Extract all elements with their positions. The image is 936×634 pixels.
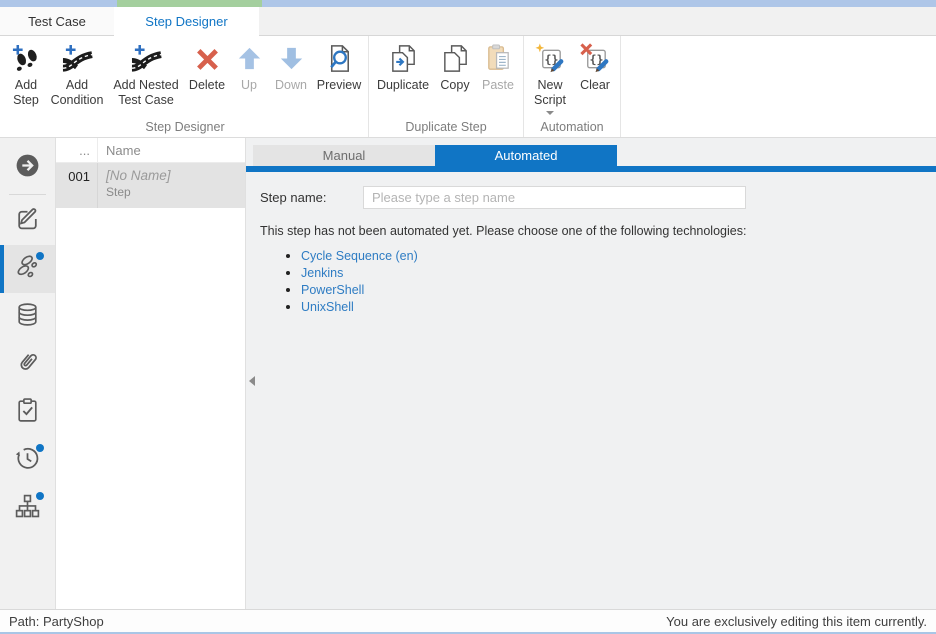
ribbon-toolbar: Add Step Add Condition	[0, 36, 936, 138]
path-label: Path: PartyShop	[9, 614, 104, 629]
main-area: ... Name 001 [No Name] Step Manual Autom…	[0, 138, 936, 609]
edit-icon	[14, 205, 41, 237]
step-list-panel: ... Name 001 [No Name] Step	[56, 138, 246, 609]
delete-icon	[192, 41, 223, 76]
ribbon-group-label: Step Designer	[2, 120, 368, 134]
step-name-label: Step name:	[260, 190, 363, 205]
database-icon	[14, 301, 41, 333]
technology-list: Cycle Sequence (en) Jenkins PowerShell U…	[286, 247, 936, 315]
step-list-name-header: Name	[98, 143, 245, 158]
add-step-icon	[11, 41, 42, 76]
technology-link-cycle-sequence[interactable]: Cycle Sequence (en)	[301, 249, 418, 263]
duplicate-icon	[388, 41, 419, 76]
new-script-dropdown-caret[interactable]	[546, 111, 554, 115]
technology-link-powershell[interactable]: PowerShell	[301, 283, 364, 297]
active-tab-accent-strip	[117, 0, 262, 7]
active-tab-underline	[246, 166, 936, 172]
ribbon-group-step-designer: Add Step Add Condition	[2, 36, 369, 137]
add-step-button[interactable]: Add Step	[5, 36, 47, 108]
new-script-button[interactable]: {} New Script	[527, 36, 573, 115]
step-name-placeholder-text: [No Name]	[106, 168, 245, 183]
step-list-header: ... Name	[56, 138, 245, 163]
preview-button[interactable]: Preview	[313, 36, 365, 93]
move-down-button[interactable]: Down	[269, 36, 313, 93]
bullet-icon	[286, 254, 290, 258]
left-icon-sidebar	[0, 138, 56, 609]
sidebar-item-navigate[interactable]	[0, 144, 55, 192]
paste-icon	[483, 41, 514, 76]
paperclip-icon	[14, 349, 41, 381]
notification-dot	[36, 252, 44, 260]
window-tab-bar: Test Case Step Designer	[0, 7, 936, 36]
add-nested-test-case-button[interactable]: Add Nested Test Case	[107, 36, 185, 108]
list-item: UnixShell	[286, 298, 936, 315]
sidebar-item-hierarchy[interactable]	[0, 485, 55, 533]
step-index: 001	[56, 163, 98, 208]
tab-step-designer[interactable]: Step Designer	[114, 7, 259, 36]
bullet-icon	[286, 305, 290, 309]
clear-script-button[interactable]: {} Clear	[573, 36, 617, 93]
clipboard-check-icon	[14, 397, 41, 429]
step-list-row[interactable]: 001 [No Name] Step	[56, 163, 245, 208]
add-condition-icon	[62, 41, 93, 76]
ribbon-group-automation: {} New Script {} Clear Auto	[524, 36, 621, 137]
technology-link-unixshell[interactable]: UnixShell	[301, 300, 354, 314]
add-condition-button[interactable]: Add Condition	[47, 36, 107, 108]
arrow-down-icon	[276, 41, 307, 76]
sidebar-item-step-designer[interactable]	[0, 245, 55, 293]
tab-test-case[interactable]: Test Case	[0, 7, 114, 35]
automation-message: This step has not been automated yet. Pl…	[260, 224, 936, 238]
bullet-icon	[286, 288, 290, 292]
step-name-form-row: Step name:	[260, 186, 936, 209]
ribbon-group-label: Automation	[524, 120, 620, 134]
step-name-cell: [No Name] Step	[98, 163, 245, 208]
sidebar-item-history[interactable]	[0, 437, 55, 485]
arrow-up-icon	[234, 41, 265, 76]
window-accent-strip	[0, 0, 936, 7]
list-item: Jenkins	[286, 264, 936, 281]
step-editor-pane: Manual Automated Step name: This step ha…	[246, 138, 936, 609]
step-type-label: Step	[106, 185, 245, 199]
duplicate-button[interactable]: Duplicate	[372, 36, 434, 93]
copy-icon	[440, 41, 471, 76]
notification-dot	[36, 492, 44, 500]
lock-status-message: You are exclusively editing this item cu…	[666, 614, 927, 629]
collapse-panel-handle[interactable]	[249, 376, 255, 386]
new-script-icon: {}	[535, 41, 566, 76]
technology-link-jenkins[interactable]: Jenkins	[301, 266, 343, 280]
step-list-index-header: ...	[56, 138, 98, 162]
add-nested-test-case-icon	[131, 41, 162, 76]
notification-dot	[36, 444, 44, 452]
ribbon-group-label: Duplicate Step	[369, 120, 523, 134]
tab-manual[interactable]: Manual	[253, 145, 435, 166]
tab-automated[interactable]: Automated	[435, 145, 617, 166]
status-bar: Path: PartyShop You are exclusively edit…	[0, 609, 936, 634]
paste-button[interactable]: Paste	[476, 36, 520, 93]
delete-button[interactable]: Delete	[185, 36, 229, 93]
bullet-icon	[286, 271, 290, 275]
copy-button[interactable]: Copy	[434, 36, 476, 93]
sidebar-item-attachments[interactable]	[0, 341, 55, 389]
goto-arrow-icon	[14, 152, 41, 184]
move-up-button[interactable]: Up	[229, 36, 269, 93]
step-name-input[interactable]	[363, 186, 746, 209]
preview-icon	[324, 41, 355, 76]
list-item: Cycle Sequence (en)	[286, 247, 936, 264]
sidebar-item-data[interactable]	[0, 293, 55, 341]
sidebar-item-edit[interactable]	[0, 197, 55, 245]
list-item: PowerShell	[286, 281, 936, 298]
clear-script-icon: {}	[580, 41, 611, 76]
ribbon-group-duplicate-step: Duplicate Copy Paste	[369, 36, 524, 137]
sidebar-item-checklist[interactable]	[0, 389, 55, 437]
sidebar-separator	[9, 194, 46, 195]
editor-tab-bar: Manual Automated	[253, 145, 936, 166]
